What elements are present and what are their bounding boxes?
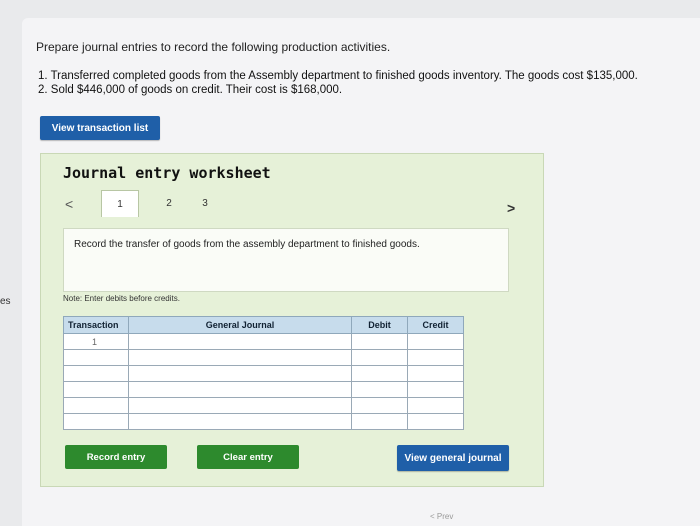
view-transaction-list-button[interactable]: View transaction list [40,116,160,140]
header-credit: Credit [407,316,464,334]
credit-input[interactable] [407,349,464,366]
activity-item-2: 2. Sold $446,000 of goods on credit. The… [38,84,343,96]
question-prompt: Prepare journal entries to record the fo… [36,40,391,54]
debit-input[interactable] [351,349,408,366]
header-general-journal: General Journal [128,316,352,334]
account-input[interactable] [128,397,352,414]
table-row: 1 [63,333,464,350]
edge-label: es [0,296,11,307]
table-row [63,365,464,382]
entry-note: Note: Enter debits before credits. [63,294,180,303]
chevron-right-icon[interactable]: > [507,200,515,216]
entry-description-box: Record the transfer of goods from the as… [63,228,509,292]
journal-header-row: Transaction General Journal Debit Credit [63,316,464,334]
transaction-cell [63,349,129,366]
table-row [63,397,464,414]
tab-3[interactable]: 3 [187,190,223,216]
debit-input[interactable] [351,397,408,414]
debit-input[interactable] [351,333,408,350]
clear-entry-button[interactable]: Clear entry [197,445,299,469]
activity-item-1: 1. Transferred completed goods from the … [38,70,638,82]
account-input[interactable] [128,349,352,366]
tab-2[interactable]: 2 [151,190,187,216]
worksheet-title: Journal entry worksheet [63,164,271,182]
transaction-cell [63,397,129,414]
credit-input[interactable] [407,365,464,382]
transaction-cell [63,365,129,382]
chevron-left-icon[interactable]: < [65,196,73,212]
credit-input[interactable] [407,381,464,398]
credit-input[interactable] [407,413,464,430]
header-debit: Debit [351,316,408,334]
debit-input[interactable] [351,365,408,382]
credit-input[interactable] [407,333,464,350]
debit-input[interactable] [351,381,408,398]
account-input[interactable] [128,413,352,430]
view-general-journal-button[interactable]: View general journal [397,445,509,471]
account-input[interactable] [128,365,352,382]
account-input[interactable] [128,333,352,350]
entry-description: Record the transfer of goods from the as… [74,239,420,250]
table-row [63,413,464,430]
debit-input[interactable] [351,413,408,430]
prev-link[interactable]: < Prev [430,512,453,521]
record-entry-button[interactable]: Record entry [65,445,167,469]
tab-1[interactable]: 1 [101,190,139,217]
journal-table: Transaction General Journal Debit Credit… [63,316,464,430]
journal-entry-worksheet: Journal entry worksheet < 1 2 3 > Record… [40,153,544,487]
account-input[interactable] [128,381,352,398]
header-transaction: Transaction [63,316,129,334]
credit-input[interactable] [407,397,464,414]
table-row [63,381,464,398]
transaction-cell [63,413,129,430]
transaction-cell: 1 [63,333,129,350]
table-row [63,349,464,366]
transaction-cell [63,381,129,398]
